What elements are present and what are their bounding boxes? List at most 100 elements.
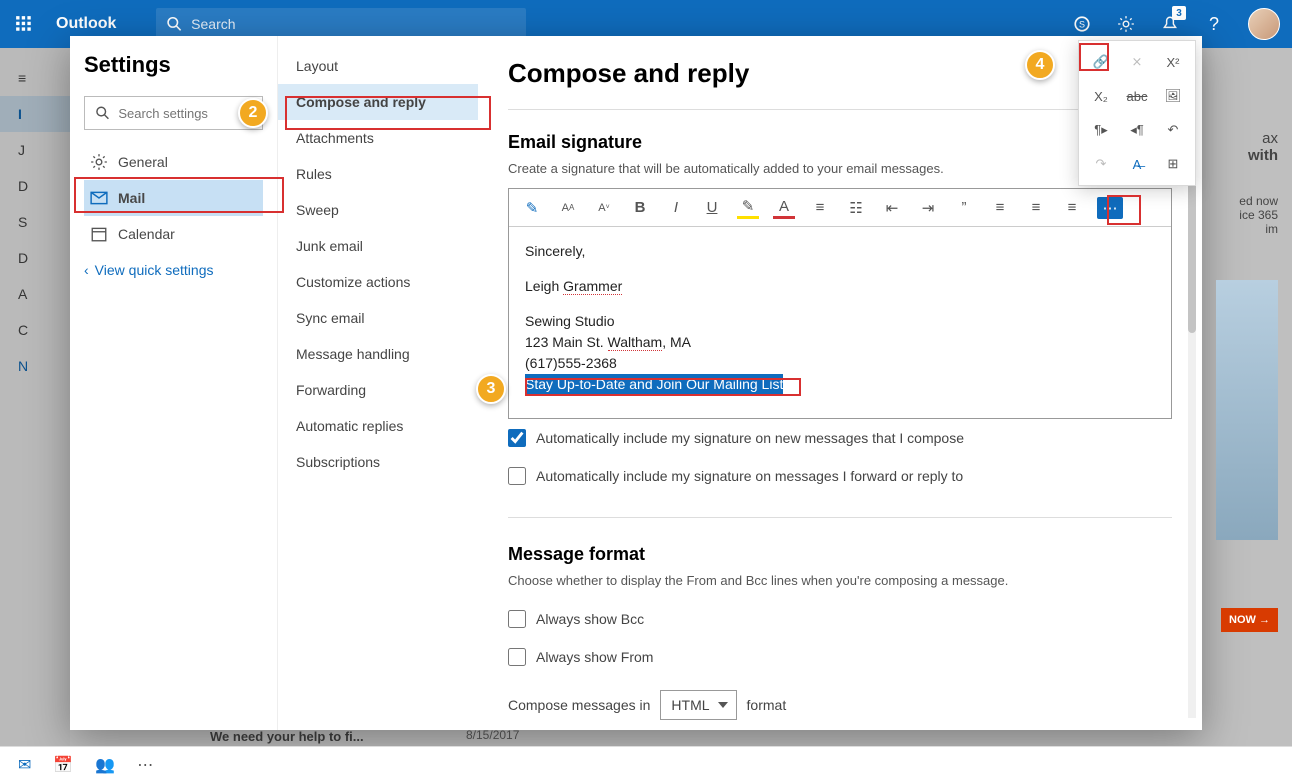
mid-forwarding[interactable]: Forwarding (278, 372, 478, 408)
nav-general-label: General (118, 154, 168, 170)
undo-icon[interactable]: ↶ (1157, 115, 1189, 145)
checkbox-bcc-label: Always show Bcc (536, 611, 644, 627)
people-module-icon[interactable]: 👥 (95, 755, 115, 775)
checkbox-new-messages[interactable]: Automatically include my signature on ne… (508, 429, 1172, 447)
checkbox-reply-input[interactable] (508, 467, 526, 485)
insert-picture-icon[interactable]: 🖼 (1157, 81, 1189, 111)
mid-msg-handling[interactable]: Message handling (278, 336, 478, 372)
nav-mail-label: Mail (118, 190, 145, 206)
settings-search-input[interactable] (118, 106, 252, 121)
mail-icon (90, 189, 108, 207)
signature-toolbar: ✎ AA A˅ B I U ✎ A ≡ ☷ ⇤ ⇥ ” ≡ ≡ ≡ ⋯ (509, 189, 1171, 227)
settings-search[interactable] (84, 96, 263, 130)
quick-settings-label: View quick settings (95, 262, 214, 278)
redo-icon[interactable]: ↷ (1085, 149, 1117, 179)
sig-link-highlighted[interactable]: Stay Up-to-Date and Join Our Mailing Lis… (525, 374, 783, 395)
decrease-font-icon[interactable]: A˅ (593, 197, 615, 219)
search-icon (95, 104, 110, 122)
checkbox-from-input[interactable] (508, 648, 526, 666)
mid-auto-replies[interactable]: Automatic replies (278, 408, 478, 444)
compose-format-select[interactable]: HTML (660, 690, 736, 720)
rtl-icon[interactable]: ◂¶ (1121, 115, 1153, 145)
checkbox-bcc-input[interactable] (508, 610, 526, 628)
mid-customize[interactable]: Customize actions (278, 264, 478, 300)
callout-4: 4 (1025, 50, 1055, 80)
mid-compose-reply[interactable]: Compose and reply (278, 84, 478, 120)
bottom-module-bar: ✉ 📅 👥 ⋯ (0, 746, 1292, 782)
format-heading: Message format (508, 544, 1172, 565)
align-right-icon[interactable]: ≡ (1061, 197, 1083, 219)
align-center-icon[interactable]: ≡ (1025, 197, 1047, 219)
subscript-icon[interactable]: X₂ (1085, 81, 1117, 111)
checkbox-bcc[interactable]: Always show Bcc (508, 610, 1172, 628)
mid-rules[interactable]: Rules (278, 156, 478, 192)
search-icon (166, 15, 183, 33)
mid-layout[interactable]: Layout (278, 48, 478, 84)
mid-attachments[interactable]: Attachments (278, 120, 478, 156)
indent-icon[interactable]: ⇥ (917, 197, 939, 219)
sig-biz: Sewing Studio (525, 311, 1155, 332)
mail-module-icon[interactable]: ✉ (18, 755, 31, 775)
gear-icon (90, 153, 108, 171)
avatar[interactable] (1248, 8, 1280, 40)
highlight-icon[interactable]: ✎ (737, 197, 759, 219)
mid-sync[interactable]: Sync email (278, 300, 478, 336)
nav-calendar[interactable]: Calendar (84, 216, 263, 252)
insert-link-icon[interactable]: 🔗 (1085, 47, 1117, 77)
settings-modal: Settings General Mail Calendar ‹ View qu… (70, 36, 1202, 730)
checkbox-new-label: Automatically include my signature on ne… (536, 430, 964, 446)
checkbox-from[interactable]: Always show From (508, 648, 1172, 666)
bullets-icon[interactable]: ≡ (809, 197, 831, 219)
app-launcher[interactable] (0, 0, 48, 48)
checkbox-forward-reply[interactable]: Automatically include my signature on me… (508, 467, 1172, 485)
view-quick-settings-link[interactable]: ‹ View quick settings (84, 262, 263, 278)
font-size-icon[interactable]: AA (557, 197, 579, 219)
compose-format-row: Compose messages in HTML format (508, 690, 1172, 720)
extended-toolbar-popup: 🔗 ⨯ X² X₂ abc 🖼 ¶▸ ◂¶ ↶ ↷ A̶ ⊞ (1078, 40, 1196, 186)
strikethrough-icon[interactable]: abc (1121, 81, 1153, 111)
format-desc: Choose whether to display the From and B… (508, 573, 1172, 588)
more-formatting-button[interactable]: ⋯ (1097, 197, 1123, 219)
mid-sweep[interactable]: Sweep (278, 192, 478, 228)
remove-link-icon[interactable]: ⨯ (1121, 47, 1153, 77)
italic-icon[interactable]: I (665, 197, 687, 219)
settings-title: Settings (84, 52, 263, 78)
bold-icon[interactable]: B (629, 197, 651, 219)
ltr-icon[interactable]: ¶▸ (1085, 115, 1117, 145)
signature-heading: Email signature (508, 132, 1172, 153)
more-modules-icon[interactable]: ⋯ (137, 755, 153, 775)
callout-3: 3 (476, 374, 506, 404)
ad-image (1216, 280, 1278, 540)
signature-body[interactable]: Sincerely, Leigh Grammer Sewing Studio 1… (509, 227, 1171, 409)
calendar-icon (90, 225, 108, 243)
checkbox-new-input[interactable] (508, 429, 526, 447)
nav-general[interactable]: General (84, 144, 263, 180)
clear-formatting-icon[interactable]: A̶ (1121, 149, 1153, 179)
superscript-icon[interactable]: X² (1157, 47, 1189, 77)
chevron-left-icon: ‹ (84, 262, 89, 278)
callout-2: 2 (238, 98, 268, 128)
search-input[interactable] (191, 16, 516, 32)
underline-icon[interactable]: U (701, 197, 723, 219)
nav-mail[interactable]: Mail (84, 180, 263, 216)
ad-cta-button[interactable]: NOW → (1221, 608, 1278, 632)
format-painter-icon[interactable]: ✎ (521, 197, 543, 219)
nav-calendar-label: Calendar (118, 226, 175, 242)
mid-junk[interactable]: Junk email (278, 228, 478, 264)
sig-addr: 123 Main St. Waltham, MA (525, 332, 1155, 353)
insert-table-icon[interactable]: ⊞ (1157, 149, 1189, 179)
brand-name: Outlook (56, 15, 116, 33)
mid-subscriptions[interactable]: Subscriptions (278, 444, 478, 480)
main-title: Compose and reply (508, 58, 1172, 89)
align-left-icon[interactable]: ≡ (989, 197, 1011, 219)
numbering-icon[interactable]: ☷ (845, 197, 867, 219)
quote-icon[interactable]: ” (953, 197, 975, 219)
settings-nav: General Mail Calendar (84, 144, 263, 252)
calendar-module-icon[interactable]: 📅 (53, 755, 73, 775)
checkbox-from-label: Always show From (536, 649, 653, 665)
font-color-icon[interactable]: A (773, 197, 795, 219)
settings-mid-pane: Layout Compose and reply Attachments Rul… (278, 36, 478, 730)
sig-name: Leigh Grammer (525, 276, 1155, 297)
outdent-icon[interactable]: ⇤ (881, 197, 903, 219)
notification-badge: 3 (1172, 6, 1186, 20)
